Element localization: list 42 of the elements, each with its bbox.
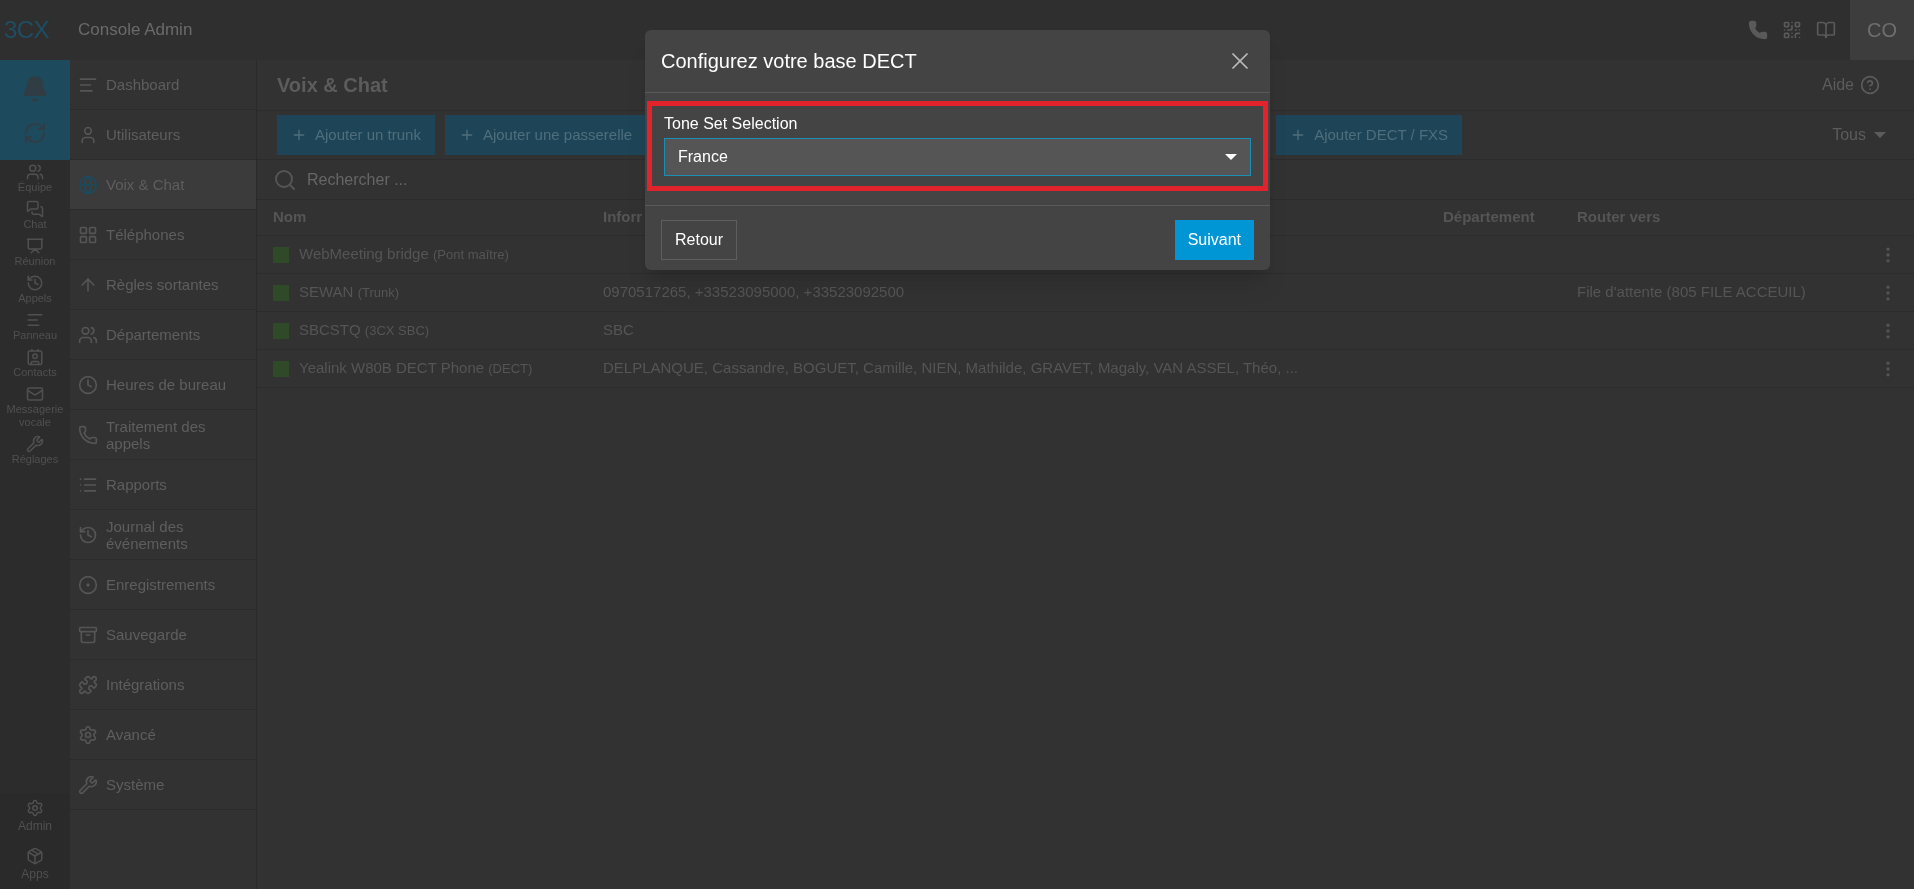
caret-icon [1225, 154, 1237, 160]
status-square-icon [273, 284, 289, 301]
status-square-icon [273, 246, 289, 263]
caret-icon [1874, 132, 1886, 138]
contact-icon [26, 348, 44, 366]
people-icon [78, 324, 98, 345]
wrench-icon [78, 774, 98, 795]
plus-icon [291, 127, 307, 143]
history-icon [78, 524, 98, 545]
app-title: Console Admin [78, 19, 193, 42]
globe-icon [78, 174, 98, 195]
gear-icon [26, 799, 44, 817]
qr-code-icon[interactable] [1782, 20, 1802, 40]
field-label: Tone Set Selection [664, 114, 799, 134]
book-icon[interactable] [1816, 20, 1836, 40]
panel-icon [26, 311, 44, 329]
gear-icon [78, 724, 98, 745]
status-square-icon [273, 322, 289, 339]
record-icon [78, 574, 98, 595]
refresh-icon[interactable] [23, 121, 47, 145]
next-button[interactable]: Suivant [1174, 220, 1254, 260]
box-icon [26, 847, 44, 865]
status-square-icon [273, 360, 289, 377]
bell-icon[interactable] [21, 75, 49, 103]
clock-icon [78, 374, 98, 395]
search-icon [273, 167, 297, 192]
phone-icon [78, 424, 98, 445]
user-icon [78, 124, 98, 145]
tone-set-select[interactable]: France [664, 138, 1251, 176]
puzzle-icon [78, 674, 98, 695]
history-icon [26, 274, 44, 292]
help-icon[interactable] [1860, 75, 1880, 95]
mail-icon [26, 385, 44, 403]
people-icon [26, 163, 44, 181]
back-button[interactable]: Retour [661, 220, 738, 260]
notification-panel[interactable] [0, 60, 70, 160]
phone-icon[interactable] [1748, 20, 1768, 40]
archive-icon [78, 624, 98, 645]
chat-icon [26, 200, 44, 218]
dialog-title: Configurez votre base DECT [661, 49, 917, 74]
wrench-icon [26, 435, 44, 453]
meeting-icon [26, 237, 44, 255]
